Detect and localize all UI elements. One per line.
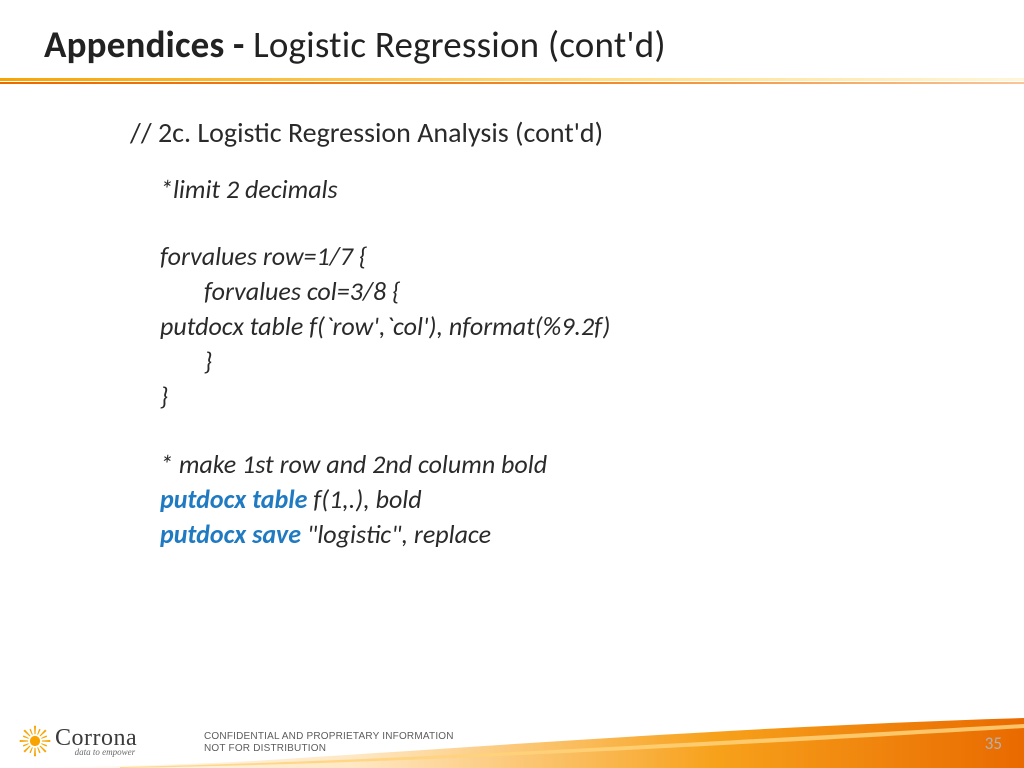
rule-orange: [0, 82, 1024, 84]
code-line: putdocx table f(1,.), bold: [160, 482, 910, 517]
title-rule: [0, 78, 1024, 84]
brand-name: Corrona: [55, 726, 137, 750]
blank-line: [160, 207, 910, 239]
page-number: 35: [985, 733, 1002, 754]
disclaimer: CONFIDENTIAL AND PROPRIETARY INFORMATION…: [204, 731, 454, 755]
code-text: f(1,.), bold: [313, 483, 421, 515]
code-text: }: [160, 344, 212, 379]
code-line: putdocx table f(`row',`col'), nformat(%9…: [160, 309, 910, 344]
code-line: putdocx save "logistic", replace: [160, 517, 910, 552]
content-area: // 2c. Logistic Regression Analysis (con…: [130, 115, 910, 552]
section-heading: // 2c. Logistic Regression Analysis (con…: [130, 115, 910, 150]
keyword-putdocx-table: putdocx table: [160, 483, 313, 515]
footer: Corrona data to empower CONFIDENTIAL AND…: [0, 706, 1024, 768]
rule-yellow: [0, 78, 1024, 81]
code-line: }: [160, 344, 910, 379]
code-block: *limit 2 decimals forvalues row=1/7 { fo…: [160, 172, 910, 552]
code-line: *limit 2 decimals: [160, 172, 910, 207]
title-bold: Appendices -: [44, 22, 253, 67]
disclaimer-line-2: NOT FOR DISTRIBUTION: [204, 743, 454, 755]
code-text: forvalues col=3/8 {: [160, 274, 400, 309]
brand-text: Corrona data to empower: [55, 726, 137, 757]
code-line: }: [160, 379, 910, 414]
code-line: * make 1st row and 2nd column bold: [160, 447, 910, 482]
slide: Appendices - Logistic Regression (cont'd…: [0, 0, 1024, 768]
code-line: forvalues col=3/8 {: [160, 274, 910, 309]
brand-logo: Corrona data to empower: [18, 724, 137, 758]
sun-icon: [18, 724, 52, 758]
brand-tagline: data to empower: [75, 748, 136, 757]
blank-line: [160, 415, 910, 447]
code-text: "logistic", replace: [307, 518, 491, 550]
slide-title: Appendices - Logistic Regression (cont'd…: [44, 22, 666, 67]
title-light: Logistic Regression (cont'd): [253, 22, 666, 67]
footer-swoosh-icon: [0, 718, 1024, 768]
keyword-putdocx-save: putdocx save: [160, 518, 307, 550]
disclaimer-line-1: CONFIDENTIAL AND PROPRIETARY INFORMATION: [204, 731, 454, 743]
code-line: forvalues row=1/7 {: [160, 239, 910, 274]
